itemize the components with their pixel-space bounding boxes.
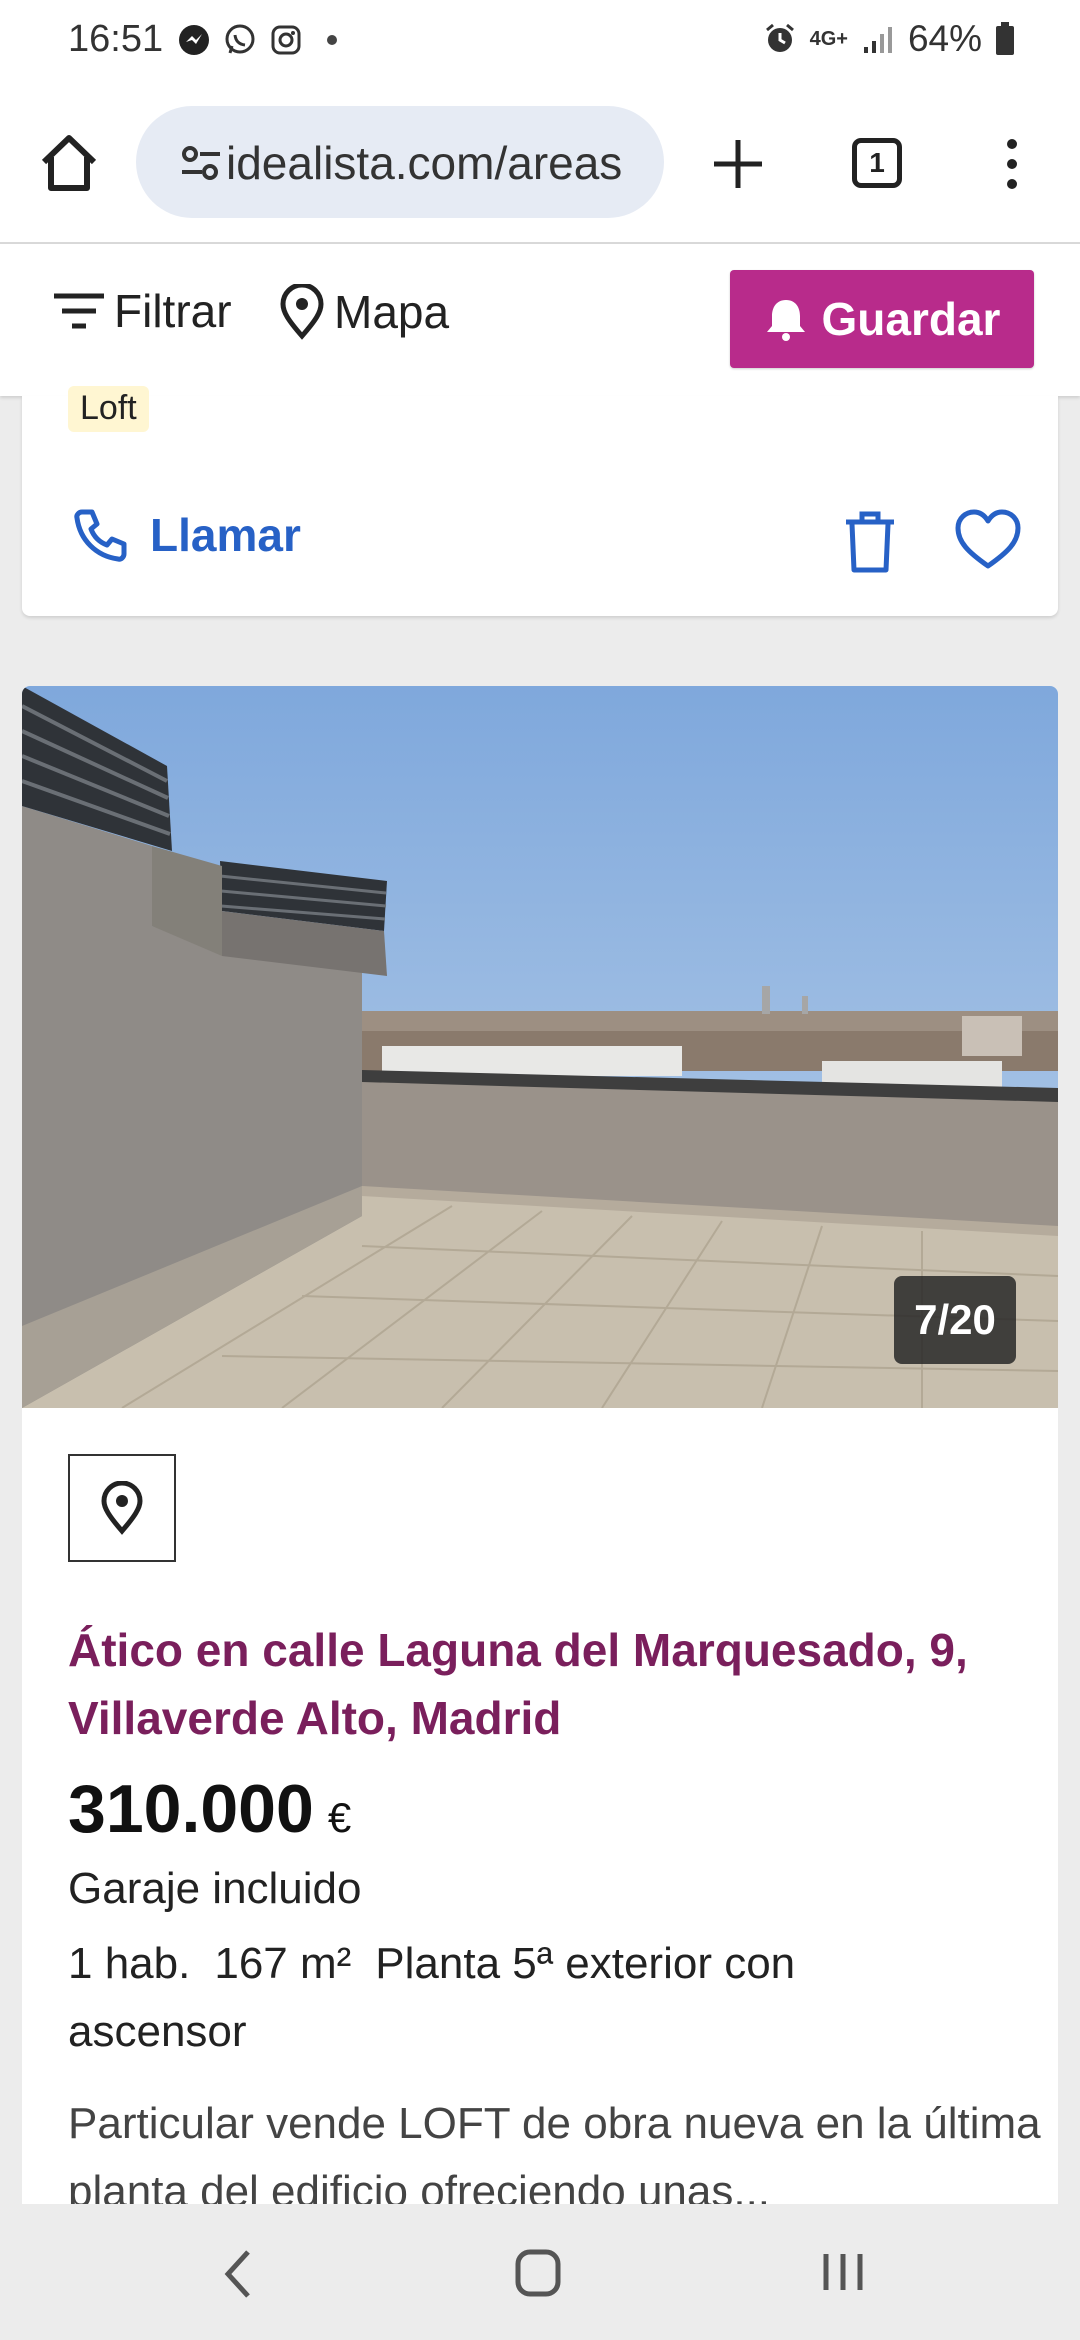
system-navigation-bar (0, 2204, 1080, 2340)
messenger-icon (179, 25, 209, 55)
new-tab-icon[interactable] (708, 134, 768, 194)
recents-icon[interactable] (820, 2250, 866, 2294)
map-pin-icon (280, 284, 324, 340)
status-bar: 16:51 4G+ 64% (0, 0, 1080, 84)
detail-rooms: 1 hab. (68, 1939, 191, 1988)
dot-icon (327, 35, 337, 45)
listing-title[interactable]: Ático en calle Laguna del Marquesado, 9,… (68, 1616, 1028, 1752)
alarm-icon (765, 23, 794, 52)
show-on-map-button[interactable] (68, 1454, 176, 1562)
save-label: Guardar (821, 293, 1001, 345)
address-bar[interactable]: idealista.com/areas (136, 106, 664, 218)
photo-counter: 7/20 (894, 1276, 1016, 1364)
more-menu-icon[interactable] (1000, 134, 1024, 194)
call-button[interactable]: Llamar (72, 506, 301, 564)
home-icon[interactable] (36, 130, 102, 196)
map-button[interactable]: Mapa (278, 284, 449, 340)
network-type: 4G+ (809, 27, 848, 50)
tab-switcher-button[interactable]: 1 (852, 138, 902, 188)
filter-label: Filtrar (114, 285, 232, 337)
whatsapp-icon (225, 24, 255, 54)
detail-area: 167 m² (214, 1939, 352, 1988)
home-nav-icon[interactable] (514, 2248, 562, 2298)
site-settings-icon[interactable] (178, 140, 224, 186)
map-label: Mapa (334, 286, 450, 338)
site-toolbar: Filtrar Mapa Guardar (0, 244, 1080, 396)
discard-icon[interactable] (842, 510, 898, 574)
listing-card[interactable]: 7/20 Ático en calle Laguna del Marquesad… (22, 686, 1058, 2246)
listing-details: 1 hab. 167 m² Planta 5ª exterior con ascen… (68, 1930, 968, 2066)
listing-photo[interactable]: 7/20 (22, 686, 1058, 1408)
status-time: 16:51 (68, 18, 164, 60)
listing-tag: Loft (68, 386, 149, 432)
notification-icons (176, 22, 350, 58)
filter-icon (54, 293, 104, 329)
save-search-button[interactable]: Guardar (730, 270, 1034, 368)
location-pin-icon (101, 1481, 143, 1535)
battery-icon (996, 22, 1014, 55)
price-currency: € (327, 1794, 352, 1841)
filter-button[interactable]: Filtrar (52, 284, 232, 338)
parking-info: Garaje incluido (68, 1864, 362, 1913)
back-icon[interactable] (218, 2246, 258, 2302)
browser-toolbar: idealista.com/areas 1 (0, 84, 1080, 244)
favorite-heart-icon[interactable] (954, 508, 1022, 572)
previous-listing-card: Loft Llamar (22, 386, 1058, 616)
status-right: 4G+ 64% (762, 18, 1016, 60)
price-value: 310.000 (68, 1771, 314, 1847)
phone-icon (74, 509, 127, 562)
listing-price: 310.000 € (68, 1770, 351, 1848)
instagram-icon (271, 25, 301, 55)
bell-icon (766, 300, 805, 341)
call-label: Llamar (150, 509, 301, 561)
battery-percent: 64% (907, 18, 982, 59)
signal-icon (863, 27, 892, 53)
url-text: idealista.com/areas (226, 137, 623, 189)
